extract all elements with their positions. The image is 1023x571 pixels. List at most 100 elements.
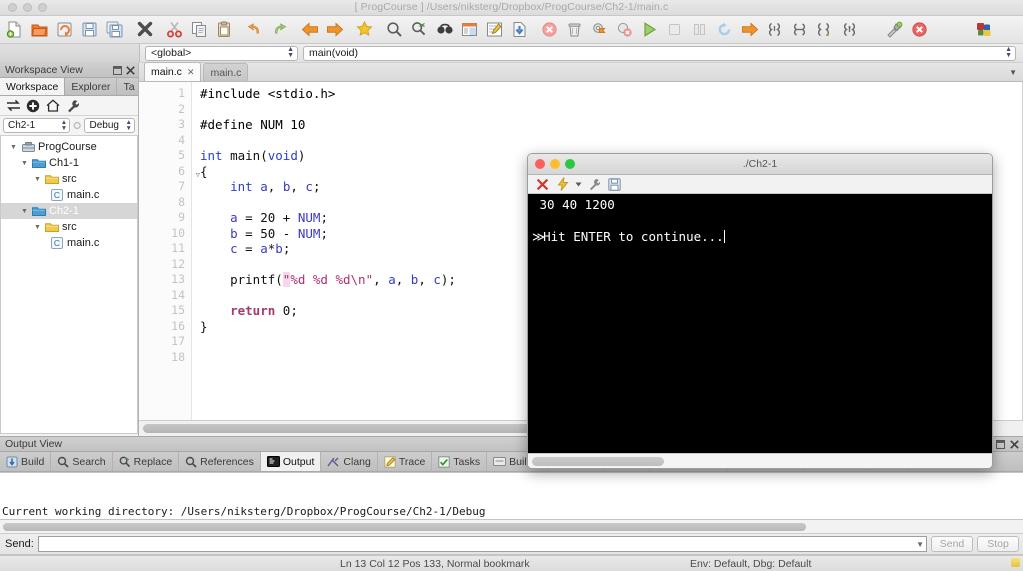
add-project-icon[interactable] xyxy=(24,97,42,115)
editor-tab-mainc-active[interactable]: main.c ✕ xyxy=(144,62,202,81)
chevron-down-icon[interactable]: ▼ xyxy=(916,540,924,549)
step-over-icon[interactable] xyxy=(787,17,812,43)
expand-twisty-icon[interactable]: ▼ xyxy=(7,144,20,151)
references-icon xyxy=(185,456,197,468)
terminal-output[interactable]: 30 40 1200 ≫Hit ENTER to continue... xyxy=(528,194,992,453)
highlight-icon[interactable] xyxy=(482,17,507,43)
scope-select[interactable]: <global> ▲ ▼ xyxy=(145,45,298,61)
redo-icon[interactable] xyxy=(267,17,292,43)
rebuild-icon[interactable] xyxy=(612,17,637,43)
stop-debug-icon[interactable] xyxy=(662,17,687,43)
cut-icon[interactable] xyxy=(162,17,187,43)
tree-node-ch1-mainc[interactable]: C main.c xyxy=(1,187,137,203)
replace-icon[interactable] xyxy=(407,17,432,43)
close-icon[interactable] xyxy=(132,17,157,43)
window-close-dot[interactable] xyxy=(8,3,17,12)
expand-twisty-icon-4[interactable]: ▼ xyxy=(18,208,31,215)
expand-twisty-icon-5[interactable]: ▼ xyxy=(31,224,44,231)
tab-trace[interactable]: Trace xyxy=(378,452,433,471)
plugins-icon[interactable] xyxy=(972,17,997,43)
undo-icon[interactable] xyxy=(242,17,267,43)
output-log[interactable]: Current working directory: /Users/nikste… xyxy=(0,472,1023,520)
reload-file-icon[interactable] xyxy=(52,17,77,43)
save-all-icon[interactable] xyxy=(102,17,127,43)
home-icon[interactable] xyxy=(44,97,62,115)
close-tab-icon[interactable]: ✕ xyxy=(187,67,195,78)
close-dock-icon[interactable] xyxy=(126,65,135,75)
copy-icon[interactable] xyxy=(187,17,212,43)
tree-node-progcourse[interactable]: ▼ ProgCourse xyxy=(1,139,137,155)
workspace-tree[interactable]: ▼ ProgCourse ▼ Ch1-1 ▼ src C main.c ▼ Ch… xyxy=(0,136,138,434)
clean-icon[interactable] xyxy=(562,17,587,43)
tab-references[interactable]: References xyxy=(179,452,261,471)
wrench-icon[interactable] xyxy=(64,97,82,115)
output-hscroll-thumb[interactable] xyxy=(3,522,807,531)
tab-output[interactable]: Output xyxy=(260,452,322,471)
tab-tasks[interactable]: Tasks xyxy=(432,452,488,471)
terminal-hscroll-thumb[interactable] xyxy=(532,456,665,466)
send-input[interactable]: ▼ xyxy=(37,536,927,552)
tree-node-ch2-mainc[interactable]: C main.c xyxy=(1,235,137,251)
terminal-dropdown-icon[interactable] xyxy=(574,176,583,193)
send-button[interactable]: Send xyxy=(931,536,973,552)
link-editor-icon[interactable] xyxy=(4,97,22,115)
build-config-select[interactable]: Debug ▲ ▼ xyxy=(84,118,135,133)
float-dock-icon[interactable] xyxy=(113,65,122,75)
step-continue-icon[interactable] xyxy=(737,17,762,43)
output-hscrollbar[interactable] xyxy=(0,520,1023,534)
step-info-icon[interactable] xyxy=(812,17,837,43)
terminal-save-icon[interactable] xyxy=(606,176,623,193)
editor-tab-mainc-2[interactable]: main.c xyxy=(203,63,249,81)
step-out-icon[interactable] xyxy=(837,17,862,43)
function-select[interactable]: main(void) ▲ ▼ xyxy=(303,45,1016,61)
find-in-files-icon[interactable] xyxy=(432,17,457,43)
tab-tabs[interactable]: Ta xyxy=(117,78,142,95)
tab-build[interactable]: Build xyxy=(0,452,52,471)
remove-breakpoint-icon[interactable] xyxy=(907,17,932,43)
terminal-lightning-icon[interactable] xyxy=(554,176,571,193)
goto-icon[interactable] xyxy=(457,17,482,43)
workspace-dock-title: Workspace View xyxy=(5,64,83,76)
float-output-dock-icon[interactable] xyxy=(996,439,1005,449)
build-settings-icon[interactable] xyxy=(587,17,612,43)
tab-workspace[interactable]: Workspace xyxy=(0,78,66,95)
save-icon[interactable] xyxy=(77,17,102,43)
pause-icon[interactable] xyxy=(687,17,712,43)
expand-twisty-icon-3[interactable]: ▼ xyxy=(31,176,44,183)
window-maximize-dot[interactable] xyxy=(38,3,47,12)
tree-node-ch2-1[interactable]: ▼ Ch2-1 xyxy=(1,203,137,219)
forward-icon[interactable] xyxy=(322,17,347,43)
import-icon[interactable] xyxy=(507,17,532,43)
terminal-window[interactable]: ./Ch2-1 30 40 1200 ≫Hit ENTER to continu… xyxy=(527,153,993,469)
editor-tab-overflow-chevron-icon[interactable]: ▼ xyxy=(1009,68,1023,77)
find-icon[interactable] xyxy=(382,17,407,43)
tab-clang[interactable]: Clang xyxy=(321,452,378,471)
project-select[interactable]: Ch2-1 ▲ ▼ xyxy=(3,118,71,133)
terminal-close-icon[interactable] xyxy=(534,176,551,193)
restart-icon[interactable] xyxy=(712,17,737,43)
run-icon[interactable] xyxy=(637,17,662,43)
fold-triangle-icon[interactable]: ▽ xyxy=(196,168,200,184)
tab-replace[interactable]: Replace xyxy=(113,452,180,471)
terminal-hscrollbar[interactable] xyxy=(528,453,992,468)
close-output-dock-icon[interactable] xyxy=(1010,439,1019,449)
window-traffic-lights[interactable] xyxy=(8,3,47,12)
stop-build-icon[interactable] xyxy=(537,17,562,43)
tree-node-ch2-src[interactable]: ▼ src xyxy=(1,219,137,235)
tree-node-ch1-src[interactable]: ▼ src xyxy=(1,171,137,187)
stop-button[interactable]: Stop xyxy=(977,536,1019,552)
tab-search[interactable]: Search xyxy=(51,452,113,471)
tree-node-ch1-1[interactable]: ▼ Ch1-1 xyxy=(1,155,137,171)
new-file-icon[interactable] xyxy=(2,17,27,43)
expand-twisty-icon-2[interactable]: ▼ xyxy=(18,160,31,167)
settings-dot-icon[interactable] xyxy=(73,121,81,130)
back-icon[interactable] xyxy=(297,17,322,43)
terminal-wrench-icon[interactable] xyxy=(586,176,603,193)
pick-color-icon[interactable] xyxy=(882,17,907,43)
paste-icon[interactable] xyxy=(212,17,237,43)
step-into-icon[interactable] xyxy=(762,17,787,43)
bookmark-star-icon[interactable] xyxy=(352,17,377,43)
window-minimize-dot[interactable] xyxy=(23,3,32,12)
open-file-icon[interactable] xyxy=(27,17,52,43)
tab-explorer[interactable]: Explorer xyxy=(65,78,118,95)
